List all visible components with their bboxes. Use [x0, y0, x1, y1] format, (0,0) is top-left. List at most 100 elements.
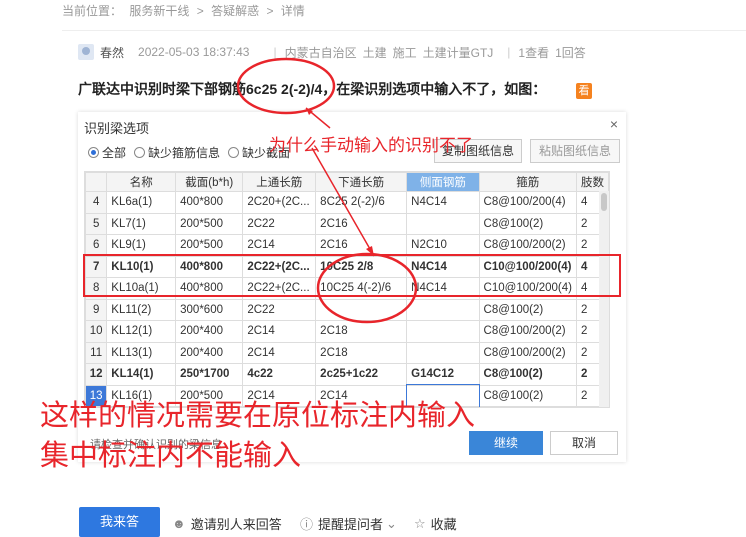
table-cell[interactable] [406, 298, 480, 321]
row-number[interactable]: 9 [85, 298, 108, 321]
table-cell[interactable]: 2C22 [242, 298, 317, 321]
column-header[interactable]: 肢数 [575, 172, 609, 192]
table-cell[interactable]: 10C25 4(-2)/6 [315, 277, 408, 300]
table-cell[interactable]: C8@100(2) [478, 384, 577, 407]
table-cell[interactable]: N4C14 [406, 191, 480, 214]
table-cell[interactable]: N4C14 [406, 277, 480, 300]
table-cell[interactable]: 400*800 [175, 277, 244, 300]
table-cell[interactable]: C10@100/200(4) [478, 255, 577, 278]
table-cell[interactable]: 4c22 [242, 363, 317, 386]
row-number[interactable]: 4 [85, 191, 108, 214]
table-cell[interactable]: 2C18 [315, 320, 408, 343]
invite-answer-button[interactable]: ☻ 邀请别人来回答 [172, 514, 282, 533]
table-cell[interactable]: N4C14 [406, 255, 480, 278]
column-header[interactable]: 箍筋 [478, 172, 577, 192]
image-badge[interactable]: 看 [576, 83, 592, 99]
table-cell[interactable]: 200*500 [175, 234, 244, 257]
table-row[interactable]: 7 KL10(1) 400*800 2C22+(2C... 10C25 2/8 N4C14… [85, 255, 609, 278]
user-name[interactable]: 春然 [100, 44, 124, 61]
table-cell[interactable]: KL9(1) [106, 234, 177, 257]
table-cell[interactable]: N2C10 [406, 234, 480, 257]
table-cell[interactable]: 2C18 [315, 341, 408, 364]
table-cell[interactable]: 2C20+(2C... [242, 191, 317, 214]
table-cell[interactable]: 2C14 [242, 341, 317, 364]
row-number[interactable]: 8 [85, 277, 108, 300]
region-tag: 内蒙古自治区 [284, 45, 357, 60]
table-cell[interactable]: KL11(2) [106, 298, 177, 321]
cancel-button[interactable]: 取消 [550, 431, 618, 455]
row-number[interactable]: 6 [85, 234, 108, 257]
question-meta: 春然 2022-05-03 18:37:43 | 内蒙古自治区 土建 施工 土建… [78, 43, 592, 61]
table-cell[interactable]: C8@100/200(2) [478, 320, 577, 343]
table-cell[interactable] [406, 341, 480, 364]
table-row[interactable]: 9 KL11(2) 300*600 2C22 C8@100(2) 2 [85, 298, 609, 321]
annotation-answer-line2: 集中标注内不能输入 [40, 440, 302, 472]
table-cell[interactable]: 400*800 [175, 191, 244, 214]
table-cell[interactable]: 2C22+(2C... [242, 255, 317, 278]
table-cell[interactable]: KL10(1) [106, 255, 177, 278]
table-row[interactable]: 6 KL9(1) 200*500 2C14 2C16 N2C10 C8@100/200(2)… [85, 234, 609, 257]
table-cell[interactable]: 400*800 [175, 255, 244, 278]
grid-scrollbar[interactable] [599, 191, 609, 407]
table-cell[interactable]: C8@100(2) [478, 298, 577, 321]
table-cell[interactable]: C8@100/200(2) [478, 234, 577, 257]
row-number[interactable]: 7 [85, 255, 108, 278]
table-cell[interactable]: 200*400 [175, 341, 244, 364]
radio-all[interactable]: 全部 [88, 144, 126, 161]
table-cell[interactable]: 200*400 [175, 320, 244, 343]
table-cell[interactable]: G14C12 [406, 363, 480, 386]
table-cell[interactable]: 2C14 [242, 234, 317, 257]
column-header[interactable]: 截面(b*h) [175, 172, 244, 192]
avatar[interactable] [78, 44, 94, 60]
column-header[interactable]: 名称 [106, 172, 177, 192]
answer-button[interactable]: 我来答 [79, 507, 160, 537]
table-cell[interactable]: 2c25+1c22 [315, 363, 408, 386]
collect-button[interactable]: ☆ 收藏 [414, 514, 457, 533]
table-cell[interactable]: KL10a(1) [106, 277, 177, 300]
table-cell[interactable]: KL6a(1) [106, 191, 177, 214]
radio-missing-stirrup[interactable]: 缺少箍筋信息 [134, 144, 220, 161]
table-cell[interactable]: KL14(1) [106, 363, 177, 386]
paste-drawing-info-button[interactable]: 粘贴图纸信息 [530, 139, 620, 163]
table-row[interactable]: 12 KL14(1) 250*1700 4c22 2c25+1c22 G14C12 C8@1… [85, 363, 609, 386]
table-cell[interactable]: KL13(1) [106, 341, 177, 364]
table-cell[interactable]: 2C16 [315, 234, 408, 257]
table-row[interactable]: 8 KL10a(1) 400*800 2C22+(2C... 10C25 4(-2)/6… [85, 277, 609, 300]
breadcrumb-link-service[interactable]: 服务新干线 [129, 4, 189, 18]
table-cell[interactable]: 2C22+(2C... [242, 277, 317, 300]
table-cell[interactable]: 10C25 2/8 [315, 255, 408, 278]
table-cell[interactable] [406, 320, 480, 343]
table-row[interactable]: 4 KL6a(1) 400*800 2C20+(2C... 8C25 2(-2)/6 N4… [85, 191, 609, 214]
table-cell[interactable]: 8C25 2(-2)/6 [315, 191, 408, 214]
column-header[interactable]: 上通长筋 [242, 172, 317, 192]
meta-divider: | [273, 45, 277, 59]
table-cell[interactable]: C8@100(2) [478, 212, 577, 235]
table-cell[interactable] [406, 212, 480, 235]
table-cell[interactable]: 200*500 [175, 212, 244, 235]
table-cell[interactable]: 250*1700 [175, 363, 244, 386]
table-cell[interactable]: C8@100/200(2) [478, 341, 577, 364]
row-number[interactable]: 5 [85, 212, 108, 235]
table-cell[interactable]: KL12(1) [106, 320, 177, 343]
row-number[interactable]: 10 [85, 320, 108, 343]
remind-asker-button[interactable]: ⓘ 提醒提问者 ⌄ [300, 514, 397, 533]
table-row[interactable]: 11 KL13(1) 200*400 2C14 2C18 C8@100/200(2) 2 [85, 341, 609, 364]
table-row[interactable]: 10 KL12(1) 200*400 2C14 2C18 C8@100/200(2) 2 [85, 320, 609, 343]
table-cell[interactable]: C8@100/200(4) [478, 191, 577, 214]
row-number[interactable]: 11 [85, 341, 108, 364]
table-cell[interactable]: 300*600 [175, 298, 244, 321]
breadcrumb-link-qa[interactable]: 答疑解惑 [211, 4, 259, 18]
close-icon[interactable]: × [610, 116, 618, 132]
table-cell[interactable]: 2C22 [242, 212, 317, 235]
table-cell[interactable]: C10@100/200(4) [478, 277, 577, 300]
table-cell[interactable]: C8@100(2) [478, 363, 577, 386]
table-cell[interactable]: KL7(1) [106, 212, 177, 235]
column-header[interactable]: 侧面钢筋 [406, 172, 480, 192]
column-header[interactable]: 下通长筋 [315, 172, 408, 192]
table-cell[interactable] [315, 298, 408, 321]
table-row[interactable]: 5 KL7(1) 200*500 2C22 2C16 C8@100(2) 2 [85, 212, 609, 235]
table-cell[interactable]: 2C16 [315, 212, 408, 235]
continue-button[interactable]: 继续 [469, 431, 543, 455]
table-cell[interactable]: 2C14 [242, 320, 317, 343]
row-number[interactable]: 12 [85, 363, 108, 386]
